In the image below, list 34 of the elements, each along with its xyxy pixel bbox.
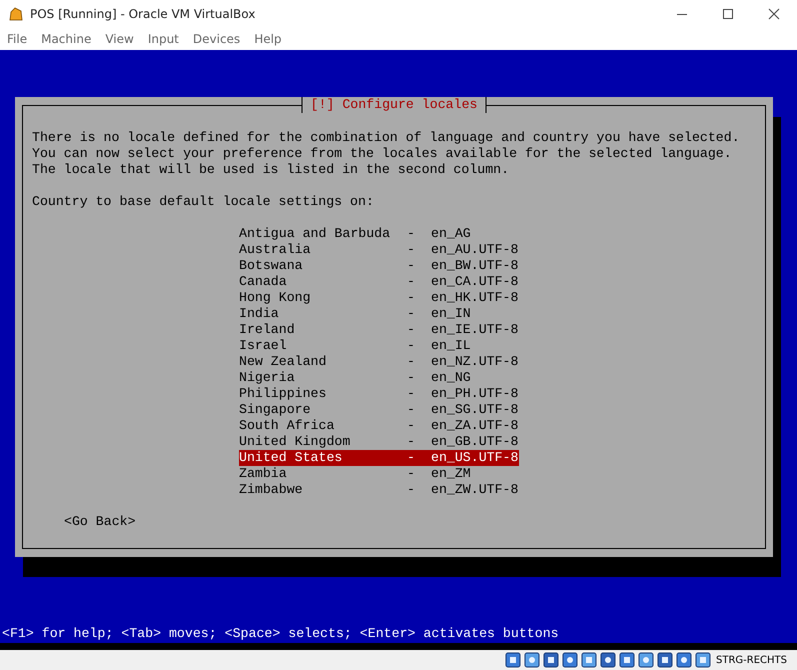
menu-item[interactable]: Machine	[41, 32, 92, 46]
message-line: You can now select your preference from the locales available for the selected language.	[32, 146, 733, 162]
message-line: There is no locale defined for the combination of language and country you have selected.	[32, 130, 741, 146]
locale-option[interactable]: New Zealand - en_NZ.UTF-8	[239, 354, 519, 370]
locale-option[interactable]: Canada - en_CA.UTF-8	[239, 274, 519, 290]
window-title: POS [Running] - Oracle VM VirtualBox	[30, 7, 256, 21]
maximize-button[interactable]	[722, 8, 734, 20]
locale-option[interactable]: Antigua and Barbuda - en_AG	[239, 226, 519, 242]
menu-item[interactable]: Help	[254, 32, 282, 46]
locale-option[interactable]: Nigeria - en_NG	[239, 370, 519, 386]
menu-item[interactable]: Devices	[192, 32, 240, 46]
locale-option[interactable]: South Africa - en_ZA.UTF-8	[239, 418, 519, 434]
message-line: The locale that will be used is listed in the second column.	[32, 162, 510, 178]
locale-option[interactable]: Zimbabwe - en_ZW.UTF-8	[239, 482, 519, 498]
dialog-title: [!] Configure locales	[302, 97, 486, 113]
help-line: <F1> for help; <Tab> moves; <Space> selects; <Enter> activates buttons	[1, 626, 560, 642]
host-key-label: STRG-RECHTS	[716, 654, 787, 666]
locale-option[interactable]: India - en_IN	[239, 306, 519, 322]
locale-option[interactable]: Australia - en_AU.UTF-8	[239, 242, 519, 258]
locale-option[interactable]: Zambia - en_ZM	[239, 466, 519, 482]
locale-option[interactable]: Israel - en_IL	[239, 338, 519, 354]
locale-option[interactable]: United Kingdom - en_GB.UTF-8	[239, 434, 519, 450]
locale-option[interactable]: Hong Kong - en_HK.UTF-8	[239, 290, 519, 306]
locale-option[interactable]: Philippines - en_PH.UTF-8	[239, 386, 519, 402]
locale-option[interactable]: Ireland - en_IE.UTF-8	[239, 322, 519, 338]
locale-option[interactable]: Singapore - en_SG.UTF-8	[239, 402, 519, 418]
menu-item[interactable]: File	[7, 32, 28, 46]
locale-option[interactable]: Botswana - en_BW.UTF-8	[239, 258, 519, 274]
menu-item[interactable]: Input	[148, 32, 179, 46]
locale-option[interactable]: United States - en_US.UTF-8	[239, 450, 519, 466]
go-back-button[interactable]: <Go Back>	[64, 514, 136, 529]
close-button[interactable]	[768, 8, 780, 20]
menu-item[interactable]: View	[105, 32, 134, 46]
prompt-text: Country to base default locale settings on:	[32, 194, 375, 210]
